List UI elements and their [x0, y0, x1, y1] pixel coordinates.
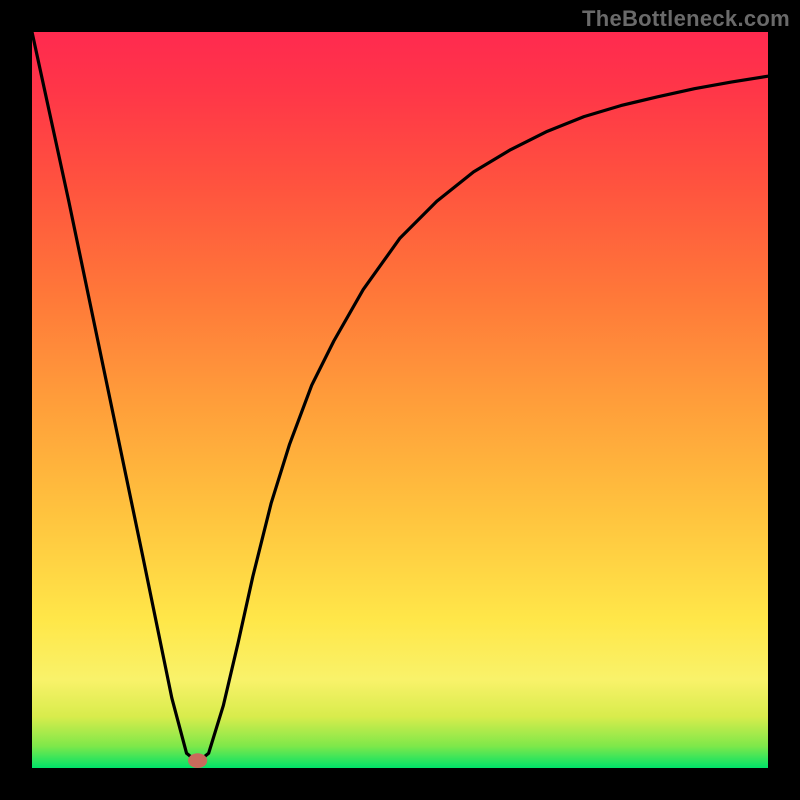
optimum-marker	[188, 753, 207, 768]
curve-layer	[32, 32, 768, 768]
bottleneck-curve	[32, 32, 768, 762]
plot-area	[32, 32, 768, 768]
chart-frame: TheBottleneck.com	[0, 0, 800, 800]
attribution-text: TheBottleneck.com	[582, 6, 790, 32]
